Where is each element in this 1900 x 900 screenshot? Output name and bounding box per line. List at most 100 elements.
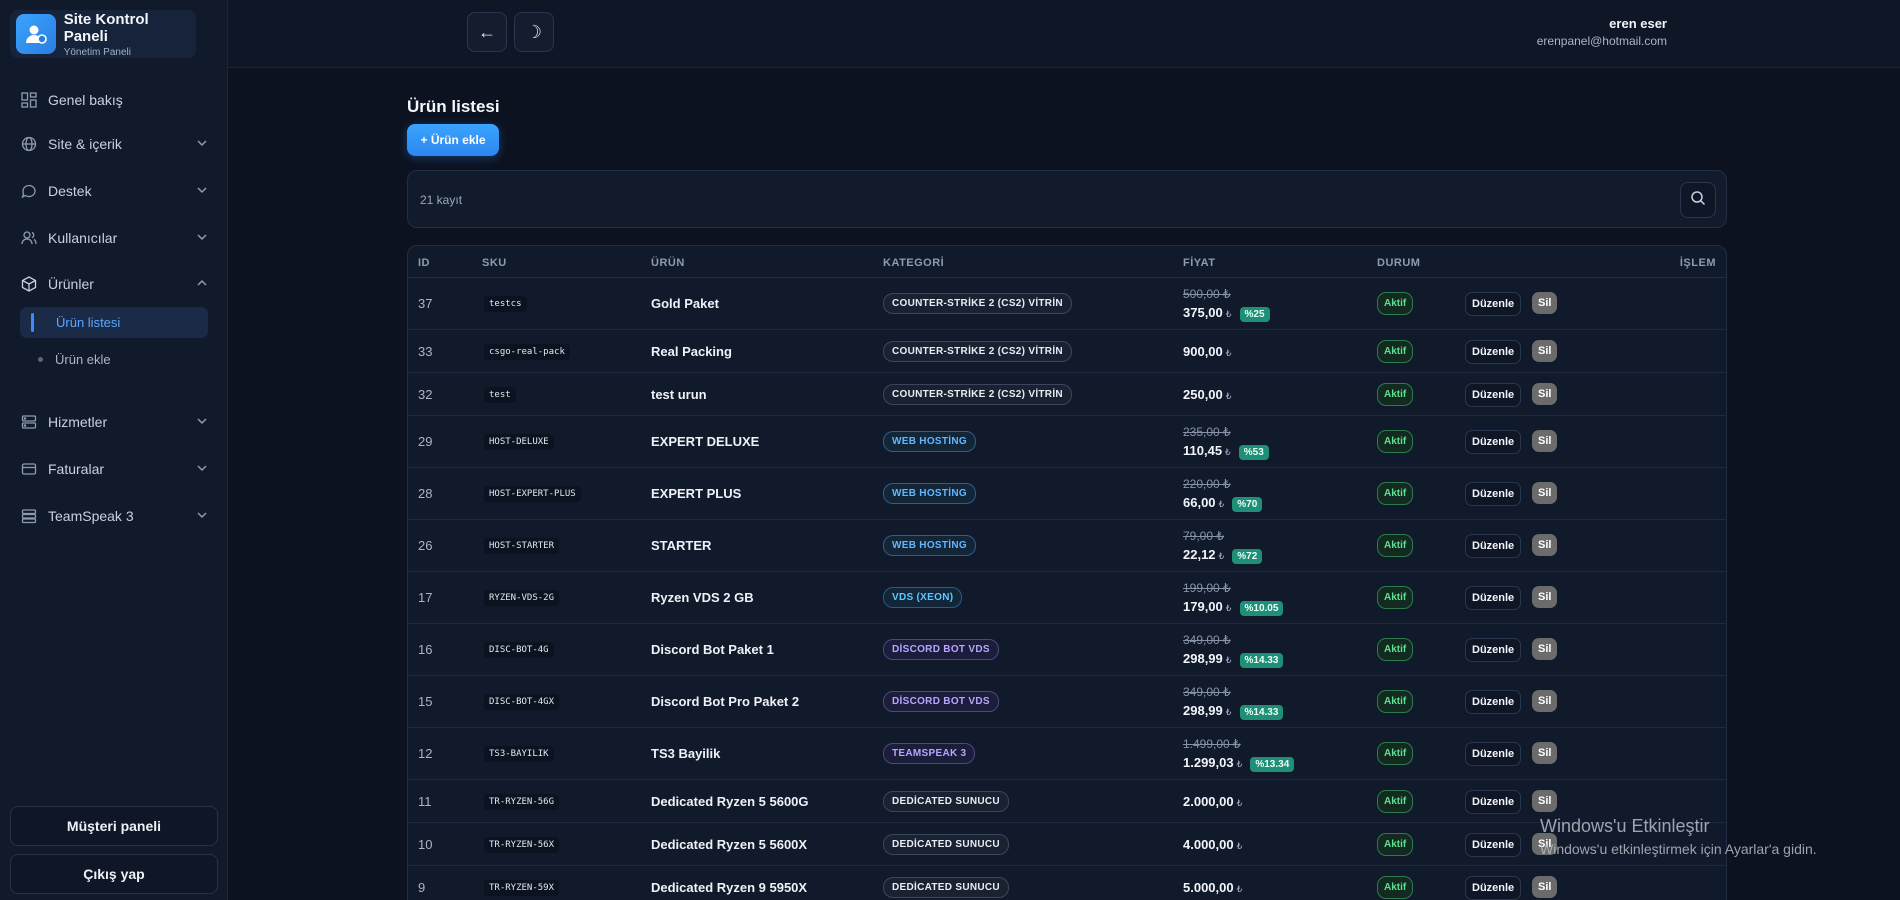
price-value: 900,00 xyxy=(1183,344,1223,359)
product-sku: TS3-BAYILIK xyxy=(484,746,554,762)
sidebar-item-support[interactable]: Destek xyxy=(20,176,208,206)
theme-toggle-button[interactable]: ☽ xyxy=(514,12,554,52)
sidebar-item-label: Genel bakış xyxy=(48,92,123,108)
sidebar-item-services[interactable]: Hizmetler xyxy=(20,407,208,437)
table-row: 15 DISC-BOT-4GX Discord Bot Pro Paket 2 DİS… xyxy=(408,676,1726,728)
sidebar-item-invoices[interactable]: Faturalar xyxy=(20,454,208,484)
category-badge: DEDİCATED SUNUCU xyxy=(883,791,1009,812)
edit-button[interactable]: Düzenle xyxy=(1465,690,1522,714)
status-badge[interactable]: Aktif xyxy=(1377,638,1414,661)
price-value: 375,00 xyxy=(1183,305,1223,320)
delete-button[interactable]: Sil xyxy=(1532,638,1558,660)
product-name: EXPERT PLUS xyxy=(651,486,742,501)
discount-badge: %10.05 xyxy=(1239,601,1284,616)
status-badge[interactable]: Aktif xyxy=(1377,534,1414,557)
windows-activation-watermark: Windows'u Etkinleştir Windows'u etkinleş… xyxy=(1540,816,1817,857)
sidebar-item-users[interactable]: Kullanıcılar xyxy=(20,223,208,253)
price-value: 22,12 xyxy=(1183,547,1216,562)
globe-icon xyxy=(20,135,38,153)
category-badge: DEDİCATED SUNUCU xyxy=(883,877,1009,898)
status-badge[interactable]: Aktif xyxy=(1377,482,1414,505)
edit-button[interactable]: Düzenle xyxy=(1465,876,1522,900)
status-badge[interactable]: Aktif xyxy=(1377,586,1414,609)
search-card: 21 kayıt xyxy=(407,170,1727,228)
product-sku: TR-RYZEN-56G xyxy=(484,794,560,810)
table-header: ID SKU ÜRÜN KATEGORİ FİYAT DURUM İŞLEM xyxy=(408,246,1726,278)
old-price: 349,00 ₺ xyxy=(1183,685,1231,699)
delete-button[interactable]: Sil xyxy=(1532,482,1558,504)
delete-button[interactable]: Sil xyxy=(1532,383,1558,405)
delete-button[interactable]: Sil xyxy=(1532,534,1558,556)
discount-badge: %70 xyxy=(1232,497,1263,512)
delete-button[interactable]: Sil xyxy=(1532,876,1558,898)
product-id: 10 xyxy=(418,837,433,852)
sidebar-subitem-product-list[interactable]: Ürün listesi xyxy=(20,307,208,338)
product-id: 29 xyxy=(418,434,433,449)
edit-button[interactable]: Düzenle xyxy=(1465,430,1522,454)
product-table: ID SKU ÜRÜN KATEGORİ FİYAT DURUM İŞLEM 3… xyxy=(407,245,1727,900)
price-value: 5.000,00 xyxy=(1183,880,1234,895)
currency-symbol: ₺ xyxy=(1236,798,1243,808)
delete-button[interactable]: Sil xyxy=(1532,790,1558,812)
edit-button[interactable]: Düzenle xyxy=(1465,586,1522,610)
sidebar-item-teamspeak[interactable]: TeamSpeak 3 xyxy=(20,501,208,531)
sidebar-item-overview[interactable]: Genel bakış xyxy=(20,85,208,115)
status-badge[interactable]: Aktif xyxy=(1377,430,1414,453)
status-badge[interactable]: Aktif xyxy=(1377,690,1414,713)
status-badge[interactable]: Aktif xyxy=(1377,876,1414,899)
status-badge[interactable]: Aktif xyxy=(1377,340,1414,363)
product-sku: DISC-BOT-4G xyxy=(484,642,554,658)
edit-button[interactable]: Düzenle xyxy=(1465,742,1522,766)
topbar: ← ☽ eren eser erenpanel@hotmail.com xyxy=(228,0,1900,68)
status-badge[interactable]: Aktif xyxy=(1377,742,1414,765)
product-id: 11 xyxy=(418,794,432,809)
edit-button[interactable]: Düzenle xyxy=(1465,638,1522,662)
column-header-product: ÜRÜN xyxy=(651,257,685,269)
status-badge[interactable]: Aktif xyxy=(1377,292,1414,315)
delete-button[interactable]: Sil xyxy=(1532,690,1558,712)
price-value: 298,99 xyxy=(1183,651,1223,666)
edit-button[interactable]: Düzenle xyxy=(1465,482,1522,506)
price-value: 250,00 xyxy=(1183,387,1223,402)
sidebar-item-label: Faturalar xyxy=(48,461,105,477)
edit-button[interactable]: Düzenle xyxy=(1465,833,1522,857)
product-name: Discord Bot Pro Paket 2 xyxy=(651,694,800,709)
product-sku: HOST-STARTER xyxy=(484,538,560,554)
edit-button[interactable]: Düzenle xyxy=(1465,790,1522,814)
back-button[interactable]: ← xyxy=(467,12,507,52)
sidebar: Site Kontrol Paneli Yönetim Paneli Genel… xyxy=(0,0,228,900)
record-count: 21 kayıt xyxy=(420,193,463,207)
price-value: 179,00 xyxy=(1183,599,1223,614)
edit-button[interactable]: Düzenle xyxy=(1465,292,1522,316)
currency-symbol: ₺ xyxy=(1218,551,1225,561)
delete-button[interactable]: Sil xyxy=(1532,430,1558,452)
delete-button[interactable]: Sil xyxy=(1532,292,1558,314)
currency-symbol: ₺ xyxy=(1236,759,1243,769)
column-header-sku: SKU xyxy=(482,257,507,269)
logout-button[interactable]: Çıkış yap xyxy=(10,854,218,894)
category-badge: DİSCORD BOT VDS xyxy=(883,639,999,660)
edit-button[interactable]: Düzenle xyxy=(1465,383,1522,407)
sidebar-item-products[interactable]: Ürünler xyxy=(20,269,208,299)
sidebar-item-site-content[interactable]: Site & içerik xyxy=(20,129,208,159)
customer-panel-button[interactable]: Müşteri paneli xyxy=(10,806,218,846)
product-sku: TR-RYZEN-59X xyxy=(484,880,560,896)
sidebar-item-label: TeamSpeak 3 xyxy=(48,508,134,524)
delete-button[interactable]: Sil xyxy=(1532,340,1558,362)
delete-button[interactable]: Sil xyxy=(1532,742,1558,764)
user-name[interactable]: eren eser xyxy=(1609,16,1667,31)
search-button[interactable] xyxy=(1680,182,1716,218)
price: 250,00 ₺ xyxy=(1183,387,1232,402)
currency-symbol: ₺ xyxy=(1225,603,1232,613)
status-badge[interactable]: Aktif xyxy=(1377,790,1414,813)
edit-button[interactable]: Düzenle xyxy=(1465,340,1522,364)
add-product-button[interactable]: + Ürün ekle xyxy=(407,124,499,156)
category-badge: DEDİCATED SUNUCU xyxy=(883,834,1009,855)
edit-button[interactable]: Düzenle xyxy=(1465,534,1522,558)
brand[interactable]: Site Kontrol Paneli Yönetim Paneli xyxy=(10,10,196,58)
chat-icon xyxy=(20,182,38,200)
sidebar-subitem-add-product[interactable]: Ürün ekle xyxy=(38,352,111,367)
delete-button[interactable]: Sil xyxy=(1532,586,1558,608)
status-badge[interactable]: Aktif xyxy=(1377,383,1414,406)
status-badge[interactable]: Aktif xyxy=(1377,833,1414,856)
